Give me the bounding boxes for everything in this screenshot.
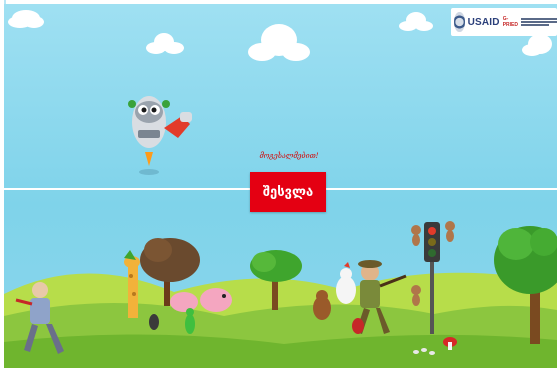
game-stage: USAID G-PRIED მოგესალმებით! შესვლა xyxy=(4,4,557,368)
sponsor-logo: USAID G-PRIED xyxy=(451,8,557,36)
enter-button[interactable]: შესვლა xyxy=(250,172,326,212)
cloud-icon xyxy=(248,24,310,61)
monkey-character-icon xyxy=(411,225,421,246)
usaid-logo-text: USAID xyxy=(467,16,500,28)
welcome-text: მოგესალმებით! xyxy=(259,152,319,160)
monkey-character-icon xyxy=(445,221,455,242)
cloud-icon xyxy=(399,12,433,31)
robot-mascot-icon xyxy=(128,96,192,175)
cloud-icon xyxy=(146,33,184,54)
small-character-icon xyxy=(352,318,364,334)
lizard-character-icon xyxy=(185,308,195,334)
cloud-icon xyxy=(522,34,552,56)
usaid-seal-icon xyxy=(454,12,465,32)
program-logo-text: G-PRIED xyxy=(502,16,518,28)
chicken-character-icon xyxy=(336,262,356,304)
logo-fine-print xyxy=(521,18,557,26)
beetle-character-icon xyxy=(149,314,159,330)
cloud-icon xyxy=(8,10,44,28)
